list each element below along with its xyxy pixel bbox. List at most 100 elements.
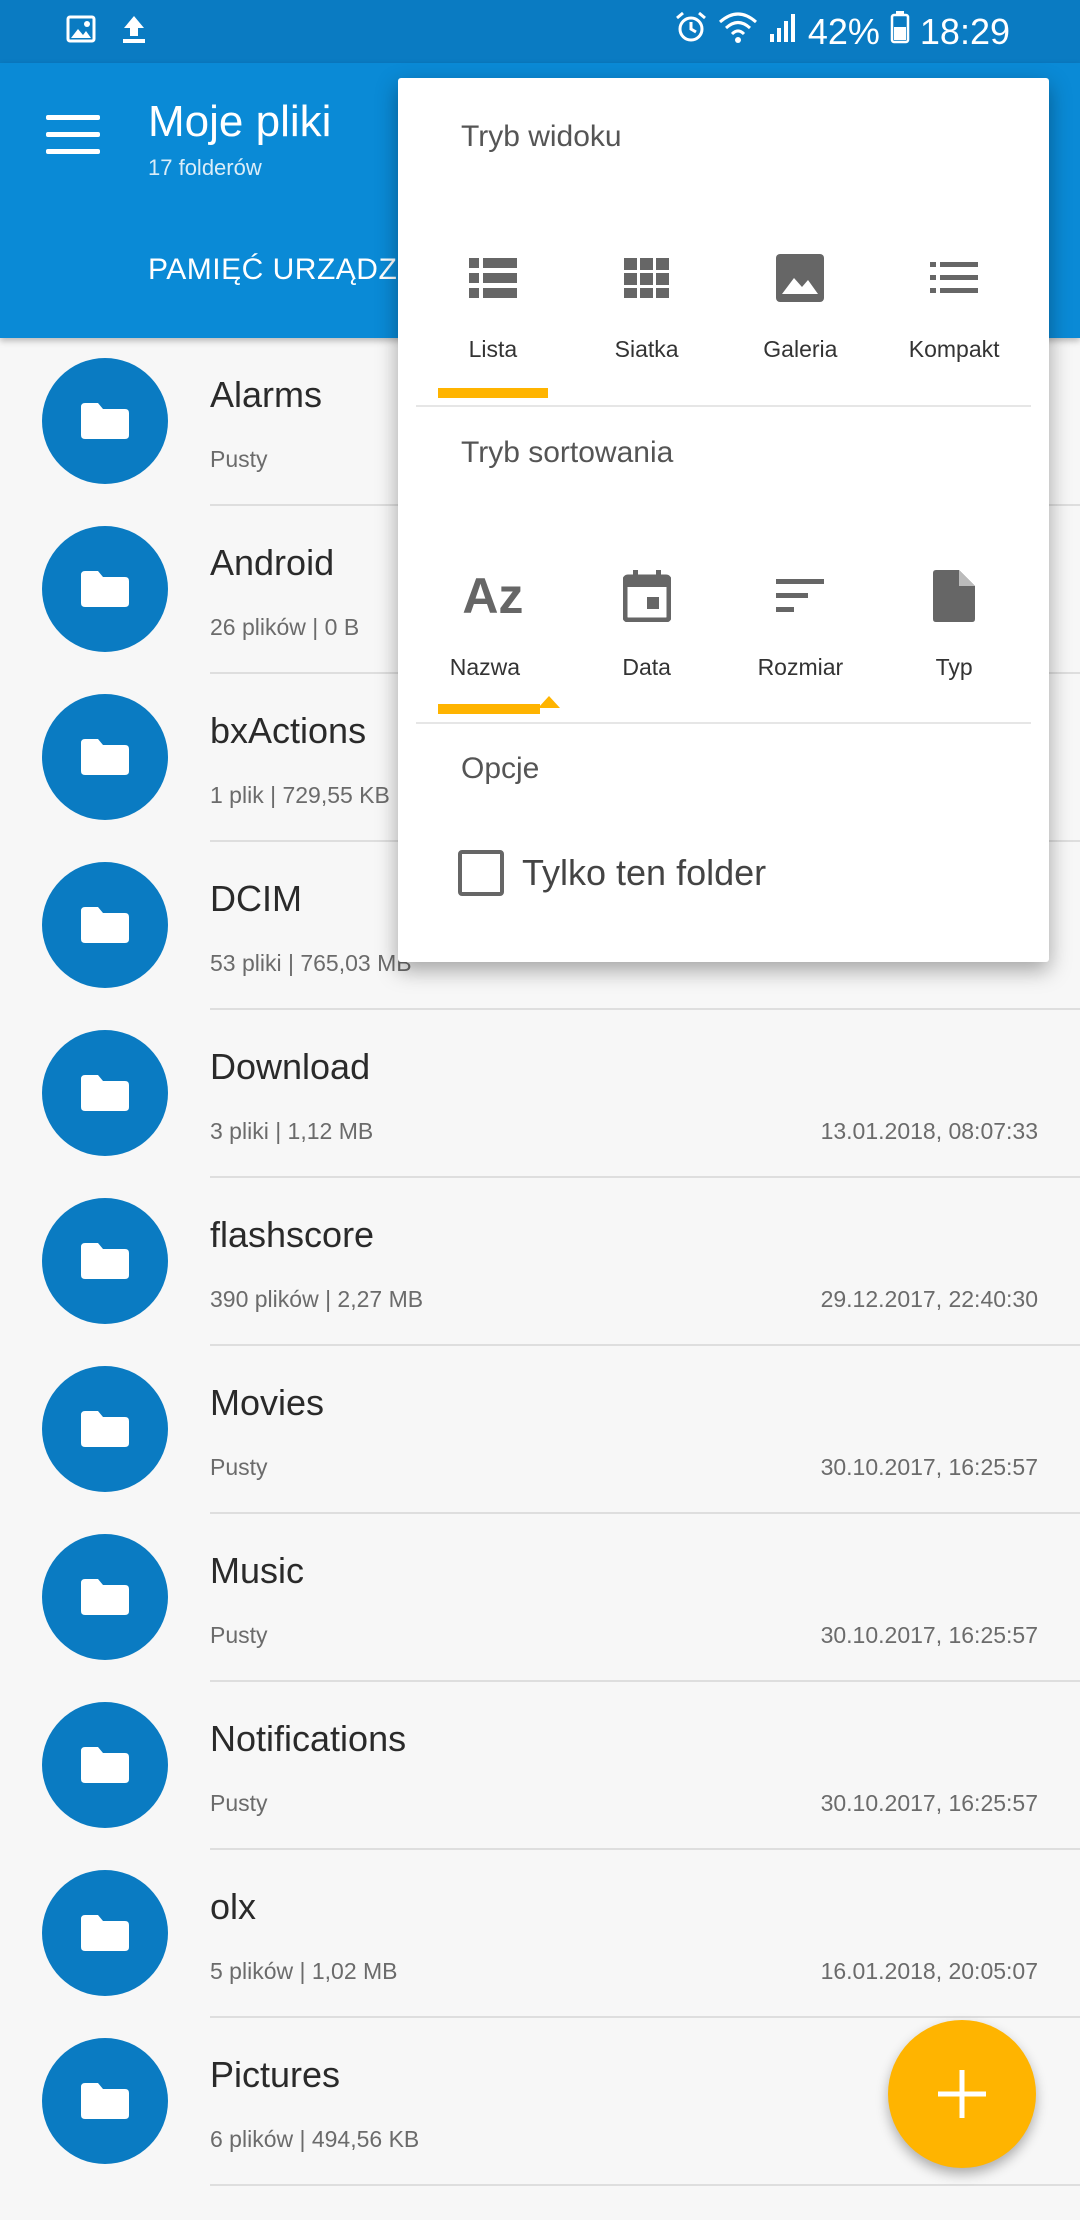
folder-row[interactable]: Download 3 pliki | 1,12 MB 13.01.2018, 08:… <box>0 1010 1080 1178</box>
folder-name: Notifications <box>210 1718 407 1759</box>
folder-meta: Pusty <box>210 1622 268 1648</box>
sort-by-date[interactable]: Data <box>570 536 724 716</box>
clock: 18:29 <box>919 11 1010 52</box>
folder-icon <box>81 739 129 775</box>
page-title: Moje pliki <box>148 97 332 146</box>
sort-name-glyph: Az <box>462 568 524 624</box>
folder-name: flashscore <box>210 1214 375 1255</box>
folder-meta: 390 plików | 2,27 MB <box>210 1286 424 1312</box>
folder-date: 30.10.2017, 16:25:57 <box>820 1454 1038 1480</box>
gallery-view-icon <box>770 248 830 308</box>
sort-mode-title: Tryb sortowania <box>461 436 674 469</box>
folder-name: Music <box>210 1550 305 1591</box>
view-mode-options: Lista Siatka Galeria Kompakt <box>416 218 1031 398</box>
sort-by-name[interactable]: Az Nazwa <box>416 536 570 716</box>
folder-name: Pictures <box>210 2054 341 2095</box>
options-title: Opcje <box>461 752 540 785</box>
folder-row[interactable]: Notifications Pusty 30.10.2017, 16:25:57 <box>0 1682 1080 1850</box>
view-mode-label: Siatka <box>614 336 679 362</box>
sort-by-size[interactable]: Rozmiar <box>724 536 878 716</box>
view-mode-label: Kompakt <box>908 336 1000 362</box>
view-mode-compact[interactable]: Kompakt <box>877 218 1031 398</box>
folder-name: bxActions <box>210 710 367 751</box>
plus-icon <box>938 2070 986 2118</box>
tab-device-storage[interactable]: PAMIĘĆ URZĄDZ <box>148 253 397 287</box>
folder-row[interactable]: Movies Pusty 30.10.2017, 16:25:57 <box>0 1346 1080 1514</box>
folder-meta: 1 plik | 729,55 KB <box>210 782 390 808</box>
wifi-icon <box>718 8 758 56</box>
folder-date: 30.10.2017, 16:25:57 <box>820 1622 1038 1648</box>
folder-avatar <box>42 526 168 652</box>
folder-row[interactable]: olx 5 plików | 1,02 MB 16.01.2018, 20:05:0… <box>0 1850 1080 2018</box>
selected-indicator <box>438 704 540 714</box>
row-divider <box>210 2184 1080 2186</box>
list-view-icon <box>463 248 523 308</box>
view-mode-gallery[interactable]: Galeria <box>724 218 878 398</box>
status-bar: 42% 18:29 <box>0 0 1080 63</box>
folder-icon <box>81 1747 129 1783</box>
only-this-folder-option[interactable]: Tylko ten folder <box>458 850 766 896</box>
only-this-folder-checkbox[interactable] <box>458 850 504 896</box>
folder-icon <box>81 907 129 943</box>
sort-size-icon <box>770 566 830 626</box>
folder-name: DCIM <box>210 878 302 919</box>
view-mode-list[interactable]: Lista <box>416 218 570 398</box>
folder-icon <box>81 1075 129 1111</box>
folder-name: Movies <box>210 1382 325 1423</box>
divider <box>416 722 1031 724</box>
folder-row[interactable]: flashscore 390 plików | 2,27 MB 29.12.2017… <box>0 1178 1080 1346</box>
folder-avatar <box>42 2038 168 2164</box>
sort-direction-icon <box>537 696 560 708</box>
folder-icon <box>81 1579 129 1615</box>
folder-icon <box>81 1411 129 1447</box>
folder-meta: Pusty <box>210 446 268 472</box>
folder-count: 17 folderów <box>148 155 262 180</box>
folder-date: 29.12.2017, 22:40:30 <box>820 1286 1038 1312</box>
folder-row[interactable]: Music Pusty 30.10.2017, 16:25:57 <box>0 1514 1080 1682</box>
folder-meta: Pusty <box>210 1454 268 1480</box>
folder-avatar <box>42 1702 168 1828</box>
image-icon <box>66 14 96 49</box>
view-mode-title: Tryb widoku <box>461 120 622 153</box>
folder-icon <box>81 571 129 607</box>
selected-indicator <box>438 388 548 398</box>
calendar-icon <box>617 566 677 626</box>
view-mode-label: Lista <box>468 336 518 362</box>
file-type-icon <box>924 566 984 626</box>
sort-mode-label: Rozmiar <box>757 654 844 680</box>
add-button[interactable] <box>888 2020 1036 2168</box>
view-mode-grid[interactable]: Siatka <box>570 218 724 398</box>
sort-mode-label: Nazwa <box>449 654 521 680</box>
folder-avatar <box>42 1870 168 1996</box>
folder-date: 30.10.2017, 16:25:57 <box>820 1790 1038 1816</box>
sort-mode-options: Az Nazwa Data Rozmiar Typ <box>416 536 1031 716</box>
sort-by-type[interactable]: Typ <box>877 536 1031 716</box>
upload-icon <box>120 14 148 49</box>
folder-name: Alarms <box>210 374 323 415</box>
folder-date: 13.01.2018, 08:07:33 <box>820 1118 1038 1144</box>
folder-meta: 53 pliki | 765,03 MB <box>210 950 412 976</box>
view-mode-label: Galeria <box>763 336 838 362</box>
folder-date: 16.01.2018, 20:05:07 <box>820 1958 1038 1984</box>
folder-avatar <box>42 1030 168 1156</box>
battery-icon <box>890 8 910 56</box>
sort-mode-label: Typ <box>935 654 973 680</box>
menu-icon[interactable] <box>46 115 100 155</box>
grid-view-icon <box>617 248 677 308</box>
folder-name: Android <box>210 542 335 583</box>
folder-meta: 6 plików | 494,56 KB <box>210 2126 420 2152</box>
folder-name: Download <box>210 1046 371 1087</box>
only-this-folder-label: Tylko ten folder <box>522 852 767 893</box>
folder-avatar <box>42 358 168 484</box>
folder-icon <box>81 1243 129 1279</box>
signal-icon <box>768 8 798 56</box>
folder-avatar <box>42 1366 168 1492</box>
folder-name: olx <box>210 1886 257 1927</box>
folder-meta: 5 plików | 1,02 MB <box>210 1958 398 1984</box>
alarm-icon <box>674 8 708 56</box>
folder-avatar <box>42 1198 168 1324</box>
folder-avatar <box>42 862 168 988</box>
sort-name-icon: Az <box>438 566 548 626</box>
folder-meta: 3 pliki | 1,12 MB <box>210 1118 374 1144</box>
folder-icon <box>81 403 129 439</box>
